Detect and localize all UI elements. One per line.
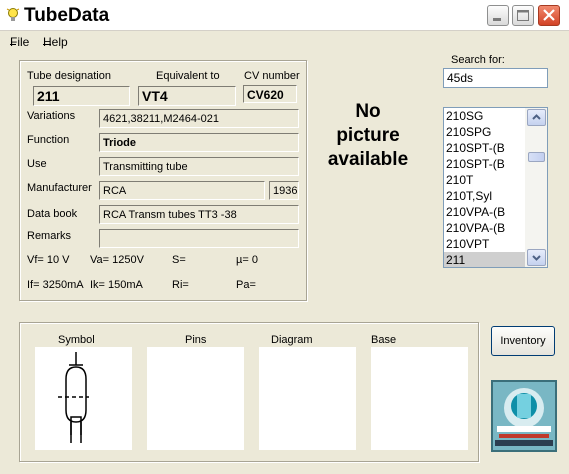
use-label: Use (27, 158, 47, 170)
diagram-box (259, 347, 356, 450)
tube-logo-icon (491, 380, 557, 452)
maximize-icon (517, 10, 529, 21)
va-value: Va= 1250V (90, 254, 144, 266)
list-item[interactable]: 210T,Syl (444, 188, 530, 204)
list-item[interactable]: 210VPT (444, 236, 530, 252)
list-item[interactable]: 210T (444, 172, 530, 188)
variations-field[interactable]: 4621,38211,M2464-021 (99, 109, 299, 128)
menu-file[interactable]: File (10, 35, 29, 49)
manufacturer-field[interactable]: RCA (99, 181, 265, 200)
databook-label: Data book (27, 208, 78, 220)
diagram-label: Diagram (271, 334, 313, 346)
list-item[interactable]: 210VPA-(B (444, 204, 530, 220)
list-scrollbar[interactable] (525, 108, 547, 267)
list-item[interactable]: 210SPG (444, 124, 530, 140)
list-item[interactable]: 210SPT-(B (444, 140, 530, 156)
list-item[interactable]: 210SPT-(B (444, 156, 530, 172)
list-item[interactable]: 210SG (444, 108, 530, 124)
base-box (371, 347, 468, 450)
cv-field[interactable]: CV620 (243, 85, 297, 103)
no-picture-line1: No (355, 101, 381, 122)
function-field[interactable]: Triode (99, 133, 299, 152)
variations-label: Variations (27, 110, 76, 122)
triode-symbol-icon (58, 352, 89, 443)
databook-field[interactable]: RCA Transm tubes TT3 -38 (99, 205, 299, 224)
vf-value: Vf= 10 V (27, 254, 70, 266)
close-icon (543, 9, 555, 21)
minimize-button[interactable] (487, 5, 509, 26)
menu-bar: File Help (0, 31, 569, 51)
close-button[interactable] (538, 5, 560, 26)
pa-value: Pa= (236, 279, 256, 291)
symbol-box (35, 347, 132, 450)
function-label: Function (27, 134, 70, 146)
scroll-thumb[interactable] (528, 152, 545, 162)
maximize-button[interactable] (512, 5, 534, 26)
window-title: TubeData (24, 5, 110, 26)
remarks-label: Remarks (27, 230, 72, 242)
chevron-up-icon (532, 114, 541, 120)
ri-value: Ri= (172, 279, 189, 291)
list-item[interactable]: 210VPA-(B (444, 220, 530, 236)
ik-value: Ik= 150mA (90, 279, 143, 291)
scroll-down-button[interactable] (527, 249, 546, 266)
menu-help-underline (43, 44, 51, 45)
scroll-up-button[interactable] (527, 109, 546, 126)
pins-label: Pins (185, 334, 207, 346)
no-picture-line3: available (327, 149, 409, 170)
designation-field[interactable]: 211 (33, 86, 130, 106)
list-item[interactable]: 211 (444, 252, 530, 267)
title-bar: TubeData (0, 0, 569, 31)
designation-label: Tube designation (27, 70, 111, 82)
no-picture-text: No picture available (318, 100, 418, 172)
search-label: Search for: (451, 54, 505, 66)
inventory-button[interactable]: Inventory (491, 326, 555, 356)
lightbulb-icon (6, 8, 20, 21)
chevron-down-icon (532, 255, 541, 261)
mu-value: µ= 0 (236, 254, 258, 266)
use-field[interactable]: Transmitting tube (99, 157, 299, 176)
pins-box (147, 347, 244, 450)
menu-file-underline (10, 44, 16, 45)
base-label: Base (371, 334, 397, 346)
if-value: If= 3250mA (27, 279, 84, 291)
no-picture-line2: picture (336, 125, 400, 146)
year-field[interactable]: 1936 (269, 181, 299, 200)
manufacturer-label: Manufacturer (27, 182, 92, 194)
menu-help[interactable]: Help (43, 35, 68, 49)
cv-label: CV number (244, 70, 300, 82)
minimize-icon (493, 18, 501, 21)
equivalent-label: Equivalent to (156, 70, 220, 82)
remarks-field[interactable] (99, 229, 299, 248)
s-value: S= (172, 254, 186, 266)
equivalent-field[interactable]: VT4 (138, 86, 236, 106)
symbol-label: Symbol (58, 334, 95, 346)
search-input[interactable]: 45ds (443, 68, 548, 88)
